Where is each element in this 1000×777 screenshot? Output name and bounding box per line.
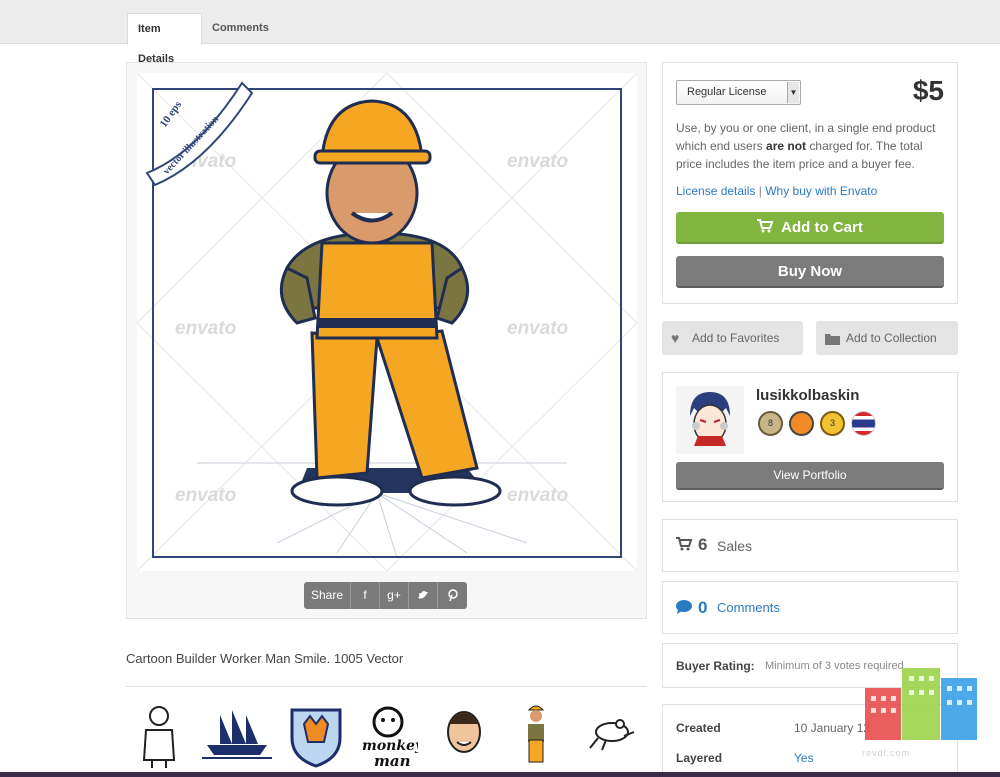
favorites-label: Add to Favorites — [692, 331, 780, 345]
license-links: License details | Why buy with Envato — [676, 184, 877, 198]
comment-icon — [676, 600, 692, 614]
site-watermark-logo — [863, 668, 977, 740]
folder-icon — [825, 321, 840, 355]
author-panel: lusikkolbaskin 8 3 View Portfolio — [662, 372, 958, 502]
layered-value[interactable]: Yes — [794, 751, 814, 765]
related-thumb-frog[interactable] — [584, 700, 644, 770]
buyer-rating-label: Buyer Rating: — [676, 659, 755, 673]
vector-ribbon: 10 eps vector illustration — [145, 81, 254, 187]
bottom-edge — [0, 772, 1000, 777]
related-thumb-fox-badge[interactable] — [286, 700, 346, 770]
thailand-flag-icon[interactable] — [851, 411, 876, 436]
watermark: envato — [175, 318, 237, 339]
related-thumb-ship[interactable] — [202, 700, 272, 770]
license-details-link[interactable]: License details — [676, 184, 755, 198]
related-thumb-man[interactable] — [134, 700, 194, 770]
sales-panel: 6 Sales — [662, 519, 958, 572]
comments-label[interactable]: Comments — [717, 600, 780, 615]
purchase-panel: Regular License ▼ $5 Use, by you or one … — [662, 62, 958, 304]
author-badges: 8 3 — [758, 411, 876, 436]
license-select[interactable]: Regular License ▼ — [676, 80, 801, 105]
divider — [126, 686, 647, 687]
item-description: Cartoon Builder Worker Man Smile. 1005 V… — [126, 651, 404, 666]
license-text-bold: are not — [766, 139, 807, 153]
add-to-collection-button[interactable]: Add to Collection — [816, 321, 958, 355]
view-portfolio-button[interactable]: View Portfolio — [676, 462, 944, 490]
share-label: Share — [304, 582, 351, 609]
weekly-top-seller-badge-icon[interactable] — [789, 411, 814, 436]
created-label: Created — [676, 721, 721, 735]
collection-label: Add to Collection — [846, 331, 937, 345]
item-price: $5 — [912, 75, 944, 106]
site-watermark-text: revdl.com — [862, 748, 911, 758]
sales-label: Sales — [717, 538, 753, 554]
cart-icon — [757, 219, 774, 233]
related-thumb-monkey-man[interactable]: monkey man — [358, 700, 424, 770]
level-badge-icon[interactable]: 8 — [758, 411, 783, 436]
twitter-icon[interactable] — [409, 582, 438, 609]
author-name[interactable]: lusikkolbaskin — [756, 387, 859, 404]
cart-icon — [676, 537, 692, 551]
related-thumb-face[interactable] — [436, 700, 496, 770]
tab-comments[interactable]: Comments — [202, 13, 276, 45]
related-thumb-worker[interactable] — [511, 700, 571, 770]
watermark: envato — [175, 485, 237, 506]
link-separator: | — [758, 184, 762, 198]
comments-count: 0 — [698, 598, 708, 617]
ribbon-top-text: 10 eps — [158, 98, 185, 129]
tab-item-details[interactable]: Item Details — [127, 13, 202, 65]
man-word: man — [374, 752, 411, 770]
heart-icon: ♥ — [671, 330, 680, 346]
add-to-cart-label: Add to Cart — [781, 219, 863, 236]
google-plus-icon[interactable]: g+ — [380, 582, 409, 609]
item-preview: envato envato envato envato envato envat… — [126, 62, 647, 619]
watermark: envato — [507, 485, 569, 506]
related-items: monkey man — [126, 700, 647, 770]
facebook-icon[interactable]: f — [351, 582, 380, 609]
created-value: 10 January 12 — [794, 721, 871, 735]
comments-panel[interactable]: 0 Comments — [662, 581, 958, 634]
watermark: envato — [507, 151, 569, 172]
chevron-down-icon: ▼ — [787, 82, 799, 103]
license-description: Use, by you or one client, in a single e… — [676, 119, 946, 173]
add-to-cart-button[interactable]: Add to Cart — [676, 212, 944, 244]
preview-image[interactable]: envato envato envato envato envato envat… — [136, 72, 638, 572]
share-bar: Share f g+ — [304, 582, 467, 609]
pinterest-icon[interactable] — [438, 582, 467, 609]
license-select-value: Regular License — [687, 86, 767, 98]
buy-now-button[interactable]: Buy Now — [676, 256, 944, 288]
referral-badge-icon[interactable]: 3 — [820, 411, 845, 436]
add-to-favorites-button[interactable]: ♥ Add to Favorites — [662, 321, 803, 355]
watermark: envato — [507, 318, 569, 339]
sales-count: 6 — [698, 535, 708, 554]
avatar[interactable] — [676, 386, 744, 454]
why-buy-link[interactable]: Why buy with Envato — [765, 184, 877, 198]
tab-bar: Item Details Comments — [0, 0, 1000, 65]
layered-label: Layered — [676, 751, 723, 765]
